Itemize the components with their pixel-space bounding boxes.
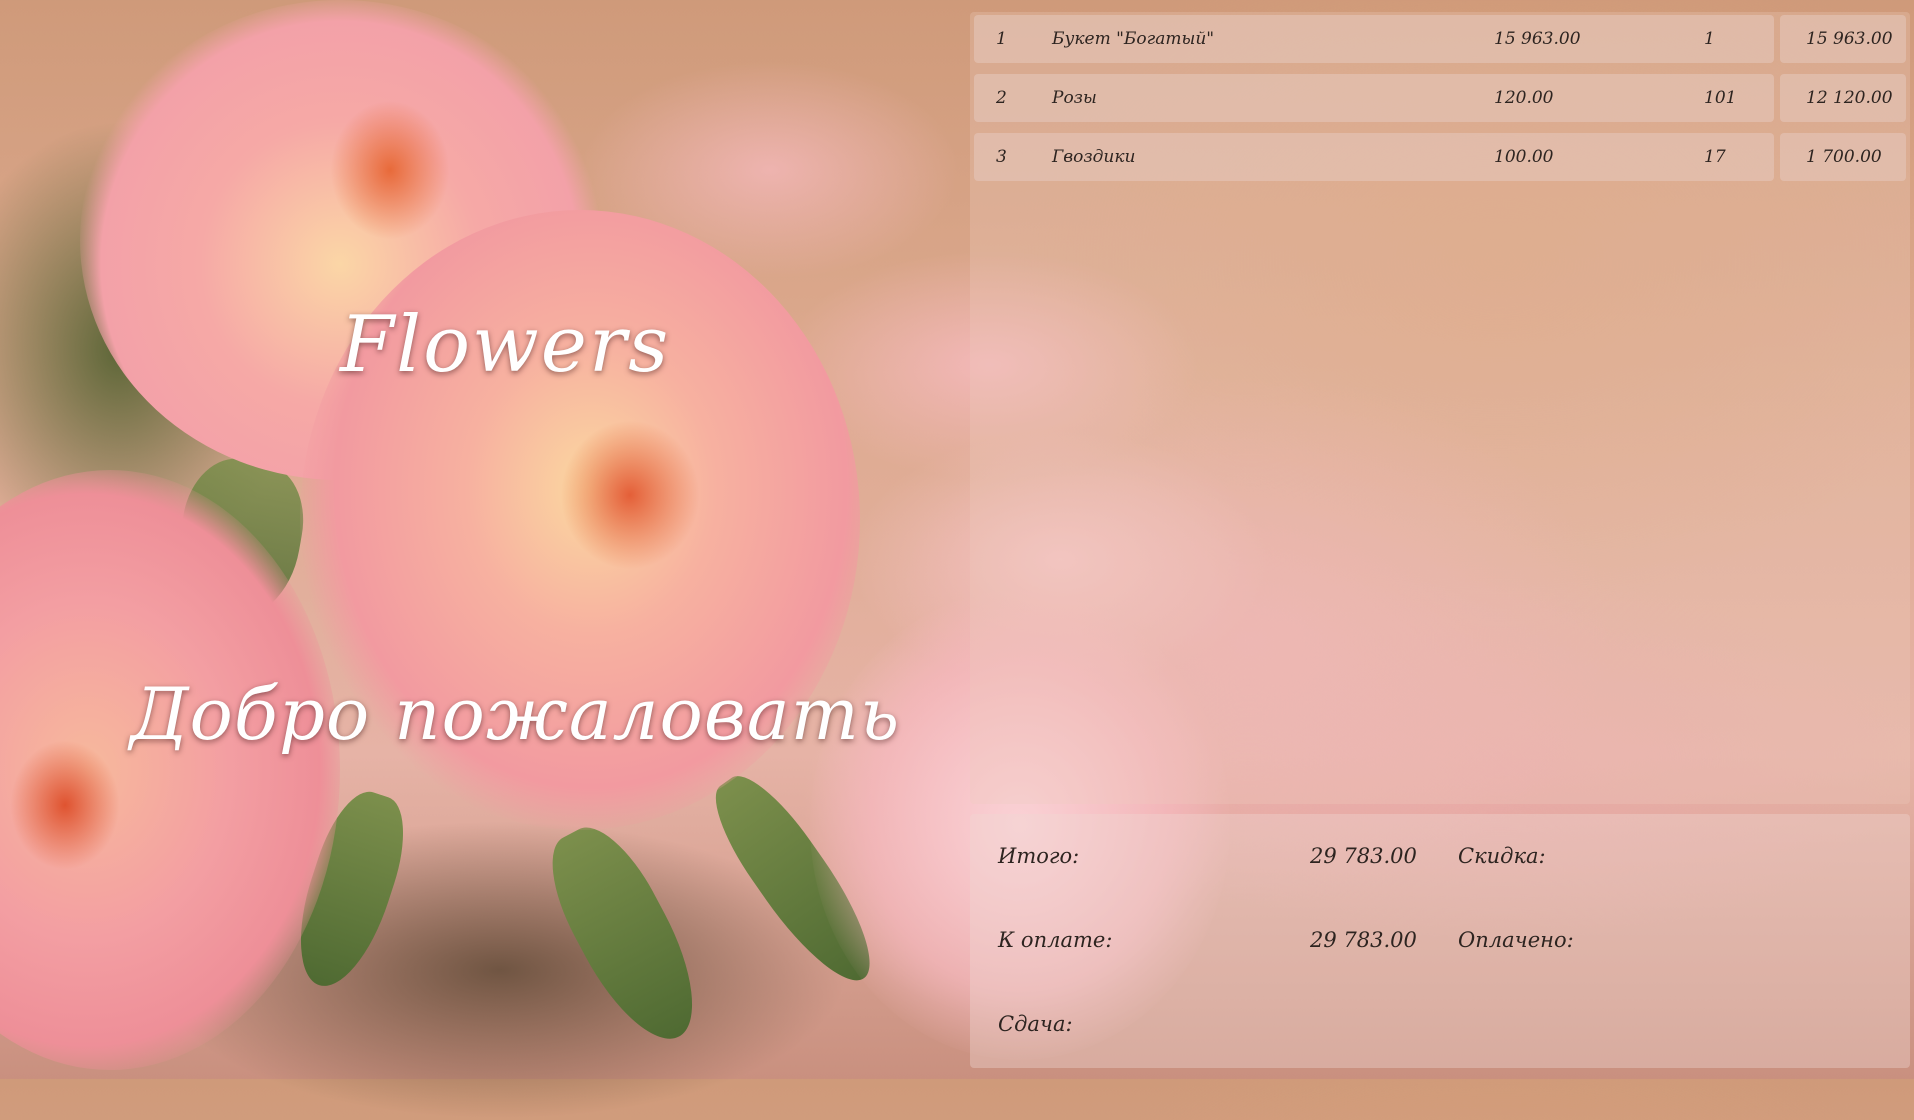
order-list-panel (970, 12, 1910, 804)
product-quantity: 17 (1704, 147, 1726, 167)
to-pay-value: 29 783.00 (1310, 928, 1417, 952)
order-row[interactable]: 2 Розы 120.00 101 (974, 74, 1774, 122)
total-value: 29 783.00 (1310, 844, 1417, 868)
row-total: 15 963.00 (1780, 15, 1906, 63)
order-row[interactable]: 1 Букет "Богатый" 15 963.00 1 (974, 15, 1774, 63)
product-price: 100.00 (1494, 147, 1554, 167)
row-number: 3 (996, 147, 1007, 167)
row-total: 12 120.00 (1780, 74, 1906, 122)
total-label: Итого: (998, 844, 1080, 868)
row-total: 1 700.00 (1780, 133, 1906, 181)
paid-label: Оплачено: (1458, 928, 1574, 952)
product-quantity: 1 (1704, 29, 1715, 49)
app-title: Flowers (340, 300, 671, 390)
product-name: Букет "Богатый" (1052, 29, 1215, 49)
row-total-value: 12 120.00 (1806, 88, 1893, 108)
to-pay-label: К оплате: (998, 928, 1113, 952)
order-row[interactable]: 3 Гвоздики 100.00 17 (974, 133, 1774, 181)
product-price: 120.00 (1494, 88, 1554, 108)
welcome-text: Добро пожаловать (130, 672, 901, 756)
product-name: Гвоздики (1052, 147, 1136, 167)
product-price: 15 963.00 (1494, 29, 1581, 49)
row-total-value: 1 700.00 (1806, 147, 1882, 167)
change-label: Сдача: (998, 1012, 1073, 1036)
row-number: 2 (996, 88, 1007, 108)
row-total-value: 15 963.00 (1806, 29, 1893, 49)
discount-label: Скидка: (1458, 844, 1546, 868)
product-quantity: 101 (1704, 88, 1737, 108)
row-number: 1 (996, 29, 1007, 49)
product-name: Розы (1052, 88, 1097, 108)
